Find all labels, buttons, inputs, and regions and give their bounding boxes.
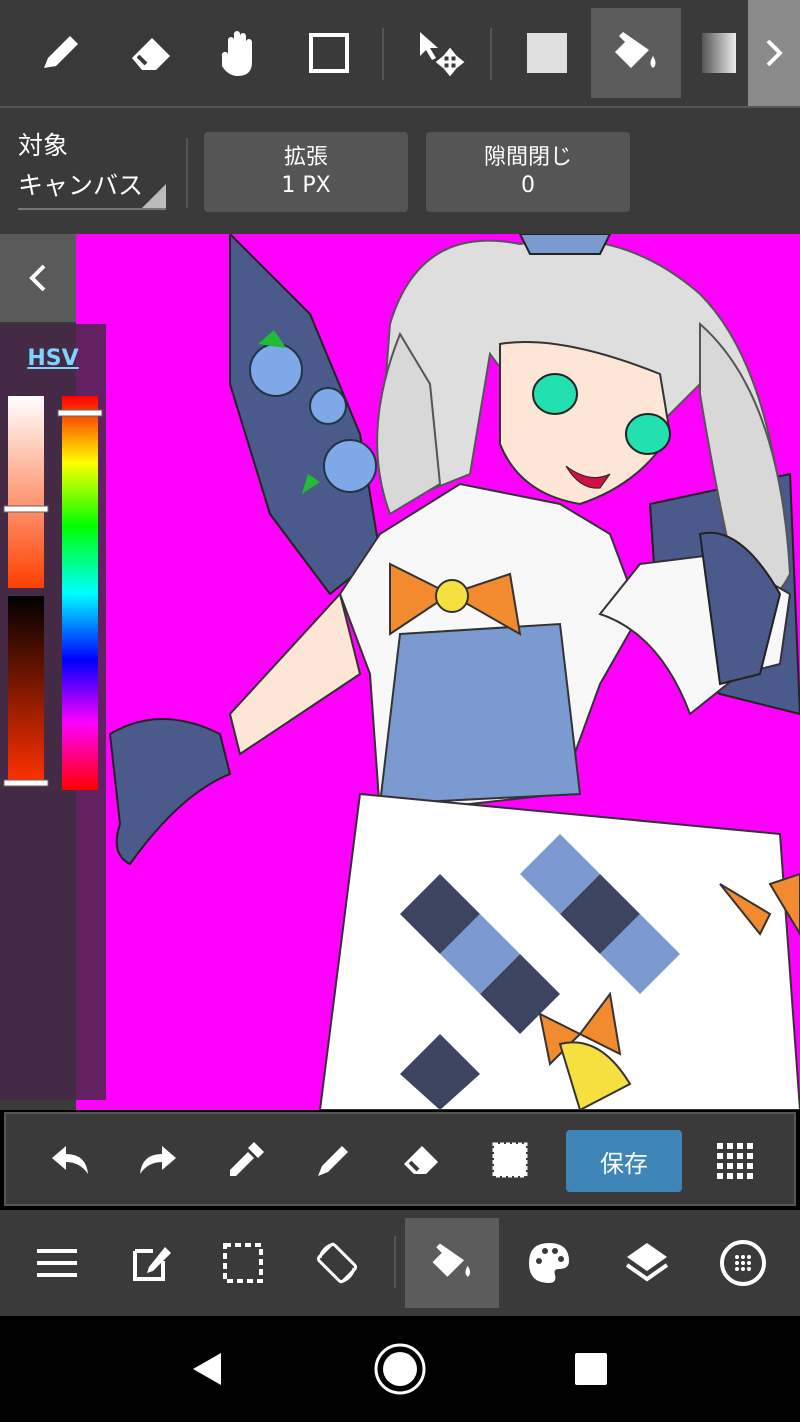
eraser-icon [404,1146,438,1174]
close-gap-button[interactable]: 隙間閉じ 0 [426,132,630,212]
layers-icon [625,1243,669,1282]
eraser-shortcut-button[interactable] [394,1132,450,1188]
rotate-screen-icon [316,1242,358,1284]
rotate-canvas-button[interactable] [290,1218,384,1308]
fill-color-icon [527,33,567,73]
undo-icon [52,1146,88,1174]
home-circle-icon [374,1343,426,1395]
dropdown-arrow-icon [142,184,166,208]
hand-tool-button[interactable] [196,8,286,98]
menu-button[interactable] [10,1218,104,1308]
eraser-icon [132,38,170,70]
eyedropper-button[interactable] [218,1132,274,1188]
system-nav-bar [0,1316,800,1422]
edit-canvas-button[interactable] [104,1218,198,1308]
expand-title: 拡張 [283,145,328,170]
hue-thumb[interactable] [57,409,103,417]
color-sliders [3,396,103,790]
gradient-icon [702,33,736,73]
brush-settings-button[interactable] [696,1218,790,1308]
tool-options-bar: 対象 キャンバス 拡張 1 PX 隙間閉じ 0 [0,106,800,234]
pen-tool-button[interactable] [16,8,106,98]
chevron-right-icon [766,39,783,67]
grid-dots-icon [717,1143,753,1179]
pen-icon [318,1146,348,1176]
save-button[interactable]: 保存 [566,1130,682,1192]
select-button[interactable] [196,1218,290,1308]
grid-menu-button[interactable] [706,1132,762,1188]
pen-shortcut-button[interactable] [306,1132,362,1188]
rectangle-tool-button[interactable] [284,8,374,98]
redo-button[interactable] [130,1132,186,1188]
expand-button[interactable]: 拡張 1 PX [204,132,408,212]
toolbar-more-button[interactable] [748,0,800,106]
value-slider[interactable] [8,596,44,782]
rectangle-icon [309,33,349,73]
bucket-icon [432,1243,471,1277]
hamburger-menu-icon [37,1249,77,1277]
recents-square-icon [575,1353,607,1385]
artwork-illustration [108,234,800,1110]
top-toolbar [0,0,800,106]
hue-slider[interactable] [62,396,98,790]
fill-color-button[interactable] [502,8,592,98]
layers-button[interactable] [600,1218,694,1308]
toolbar-separator [382,28,384,80]
back-triangle-icon [193,1353,221,1385]
palette-icon [529,1243,569,1283]
gradient-tool-button[interactable] [690,8,748,98]
saturation-slider[interactable] [8,396,44,588]
dropdown-underline [18,208,166,210]
toolbar-separator [490,28,492,80]
home-button[interactable] [365,1338,435,1400]
eraser-tool-button[interactable] [106,8,196,98]
bucket-icon [615,32,656,68]
bucket-tool-shortcut-button[interactable] [405,1218,499,1308]
saturation-thumb[interactable] [3,505,49,513]
hsv-mode-link[interactable]: HSV [0,346,106,371]
pen-icon [44,36,78,68]
edit-toolbar: 保存 [4,1112,796,1206]
redo-icon [140,1146,176,1174]
collapse-panel-button[interactable] [0,234,76,322]
recents-button[interactable] [556,1338,626,1400]
close-gap-title: 隙間閉じ [483,145,572,170]
toolbar-separator [394,1236,396,1288]
target-dropdown[interactable]: キャンバス [18,166,143,202]
selection-clear-button[interactable] [482,1132,538,1188]
dotted-circle-icon [720,1240,766,1286]
value-thumb[interactable] [3,779,49,787]
select-move-icon [420,32,465,77]
selection-icon [492,1142,528,1178]
chevron-left-icon [29,264,46,292]
select-move-tool-button[interactable] [394,8,484,98]
edit-square-icon [133,1247,171,1281]
selection-dashed-icon [223,1243,263,1283]
target-label: 対象 [18,131,69,160]
main-toolbar [0,1210,800,1316]
options-separator [186,138,188,208]
expand-value: 1 PX [281,173,331,198]
close-gap-value: 0 [521,173,535,198]
bucket-tool-button[interactable] [591,8,681,98]
hand-icon [221,31,252,76]
undo-button[interactable] [42,1132,98,1188]
eyedropper-icon [230,1142,264,1176]
back-button[interactable] [172,1338,242,1400]
color-palette-button[interactable] [502,1218,596,1308]
drawing-canvas[interactable] [0,234,800,1110]
